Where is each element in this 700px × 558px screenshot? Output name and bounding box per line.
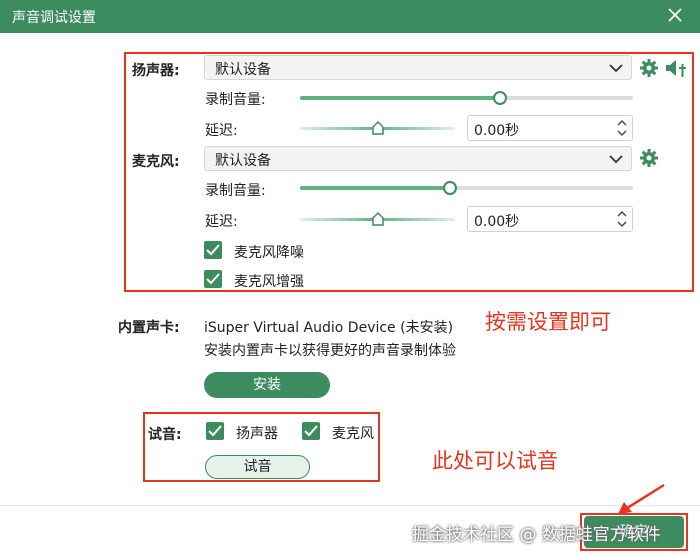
microphone-delay-slider[interactable]	[300, 210, 455, 228]
microphone-delay-thumb[interactable]	[371, 212, 384, 226]
close-icon[interactable]	[664, 4, 686, 26]
microphone-volume-fill	[300, 186, 450, 190]
test-annotation: 此处可以试音	[432, 449, 558, 473]
checkmark-icon	[206, 244, 220, 256]
microphone-volume-slider[interactable]	[300, 181, 633, 195]
speaker-volume-icon[interactable]	[664, 57, 688, 79]
arrow-annotation-icon	[618, 483, 665, 514]
speaker-delay-input[interactable]: 0.00秒	[467, 115, 633, 141]
test-label: 试音:	[148, 427, 182, 443]
noise-reduction-checkbox[interactable]	[204, 241, 222, 259]
speaker-delay-value: 0.00秒	[474, 123, 520, 139]
settings-annotation: 按需设置即可	[485, 310, 611, 334]
chevron-down-icon	[609, 64, 623, 73]
microphone-delay-value: 0.00秒	[474, 214, 520, 230]
speaker-device-value: 默认设备	[215, 62, 271, 78]
mic-enhance-checkbox[interactable]	[204, 270, 222, 288]
speaker-label: 扬声器:	[132, 63, 180, 79]
mic-enhance-label: 麦克风增强	[234, 274, 304, 290]
spin-arrows-icon[interactable]	[616, 209, 628, 229]
builtin-card-label: 内置声卡:	[118, 320, 180, 336]
microphone-volume-knob[interactable]	[442, 181, 457, 195]
microphone-delay-input[interactable]: 0.00秒	[467, 206, 633, 232]
speaker-volume-fill	[300, 96, 500, 100]
microphone-settings-gear-icon[interactable]	[639, 148, 659, 168]
noise-reduction-label: 麦克风降噪	[234, 245, 304, 261]
checkmark-icon	[304, 425, 318, 437]
speaker-delay-slider[interactable]	[300, 119, 455, 137]
checkmark-icon	[208, 425, 222, 437]
speaker-volume-slider[interactable]	[300, 91, 633, 105]
title-bar: 声音调试设置	[0, 0, 700, 33]
spin-arrows-icon[interactable]	[616, 118, 628, 138]
speaker-volume-label: 录制音量:	[205, 92, 266, 108]
speaker-settings-gear-icon[interactable]	[639, 58, 659, 78]
test-mic-label: 麦克风	[332, 426, 374, 442]
microphone-volume-label: 录制音量:	[205, 183, 266, 199]
test-speaker-label: 扬声器	[236, 426, 278, 442]
microphone-device-value: 默认设备	[215, 153, 271, 169]
builtin-card-hint: 安装内置声卡以获得更好的声音录制体验	[204, 343, 456, 359]
microphone-device-select[interactable]: 默认设备	[204, 146, 632, 171]
test-mic-checkbox[interactable]	[302, 422, 320, 440]
microphone-label: 麦克风:	[132, 154, 180, 170]
watermark: 掘金技术社区 @ 数据蛙官方软件	[412, 525, 661, 545]
window-title: 声音调试设置	[12, 10, 96, 26]
speaker-delay-label: 延迟:	[205, 123, 238, 139]
speaker-delay-thumb[interactable]	[371, 121, 384, 135]
checkmark-icon	[206, 273, 220, 285]
speaker-volume-knob[interactable]	[492, 91, 507, 105]
chevron-down-icon	[609, 155, 623, 164]
install-button[interactable]: 安装	[204, 372, 330, 398]
builtin-card-device: iSuper Virtual Audio Device (未安装)	[204, 320, 454, 336]
footer-divider	[0, 505, 700, 506]
test-sound-button[interactable]: 试音	[205, 455, 310, 479]
microphone-delay-label: 延迟:	[205, 214, 238, 230]
test-speaker-checkbox[interactable]	[206, 422, 224, 440]
speaker-device-select[interactable]: 默认设备	[204, 55, 632, 80]
